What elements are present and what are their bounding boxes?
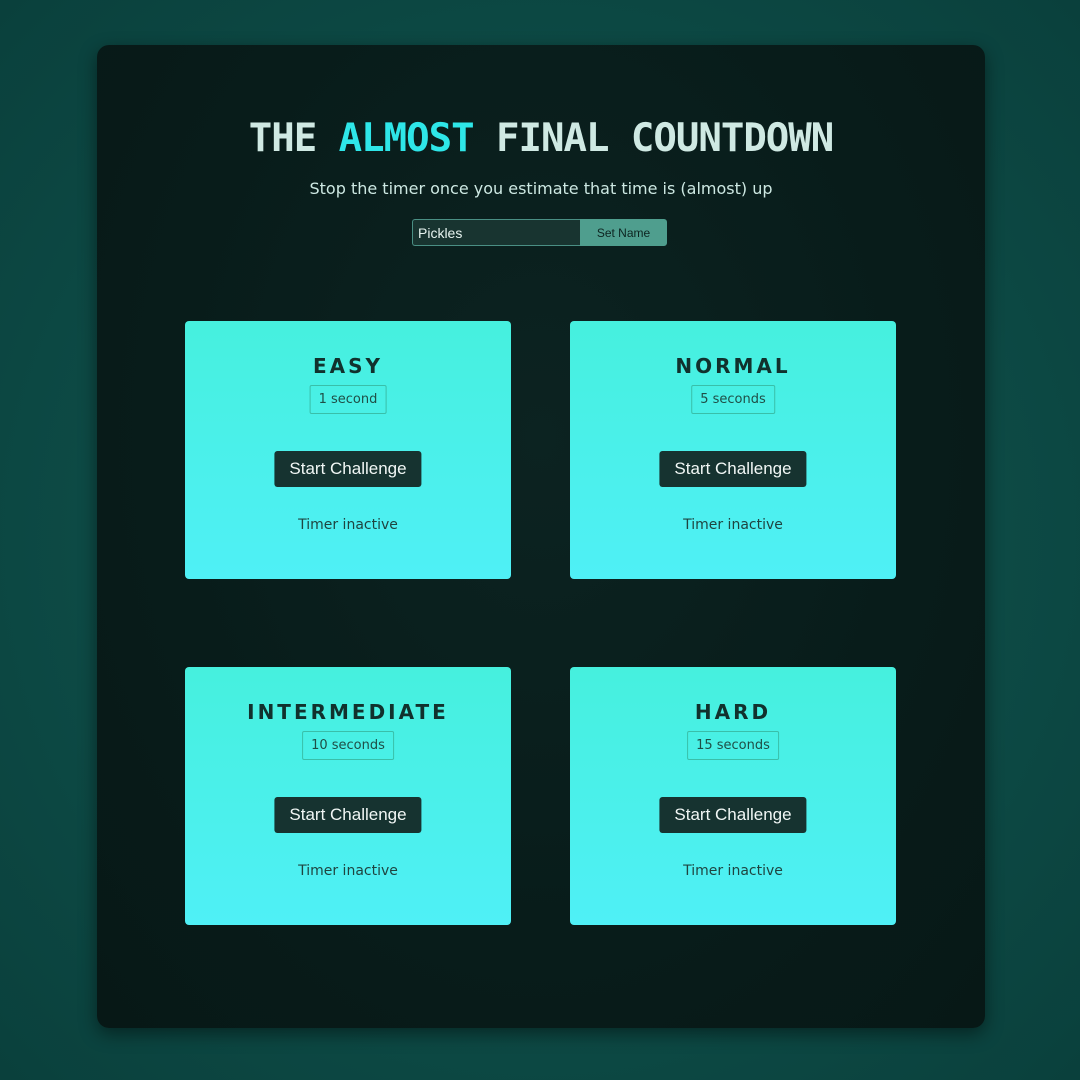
timer-status: Timer inactive xyxy=(683,863,783,879)
start-challenge-button-easy[interactable]: Start Challenge xyxy=(274,451,422,487)
challenge-card-easy: EASY 1 second Start Challenge Timer inac… xyxy=(185,321,511,579)
set-name-button[interactable]: Set Name xyxy=(580,219,667,246)
timer-status: Timer inactive xyxy=(298,517,398,533)
duration-badge: 10 seconds xyxy=(302,731,394,760)
timer-status: Timer inactive xyxy=(298,863,398,879)
challenge-title: HARD xyxy=(694,700,772,724)
page-title: THE ALMOST FINAL COUNTDOWN xyxy=(97,119,985,158)
start-challenge-button-normal[interactable]: Start Challenge xyxy=(659,451,807,487)
duration-badge: 5 seconds xyxy=(691,385,775,414)
challenge-card-normal: NORMAL 5 seconds Start Challenge Timer i… xyxy=(570,321,896,579)
start-challenge-button-hard[interactable]: Start Challenge xyxy=(659,797,807,833)
start-challenge-button-intermediate[interactable]: Start Challenge xyxy=(274,797,422,833)
duration-badge: 15 seconds xyxy=(687,731,779,760)
challenge-card-intermediate: INTERMEDIATE 10 seconds Start Challenge … xyxy=(185,667,511,925)
page-subtitle: Stop the timer once you estimate that ti… xyxy=(309,179,773,198)
title-part-2: FINAL COUNTDOWN xyxy=(473,116,834,161)
challenge-card-hard: HARD 15 seconds Start Challenge Timer in… xyxy=(570,667,896,925)
challenge-title: INTERMEDIATE xyxy=(247,700,449,724)
duration-badge: 1 second xyxy=(309,385,387,414)
title-accent: ALMOST xyxy=(338,116,475,161)
challenge-title: NORMAL xyxy=(675,354,791,378)
challenge-title: EASY xyxy=(312,354,384,378)
title-part-1: THE xyxy=(248,116,339,161)
timer-status: Timer inactive xyxy=(683,517,783,533)
name-form: Set Name xyxy=(412,219,667,246)
name-input[interactable] xyxy=(412,219,580,246)
